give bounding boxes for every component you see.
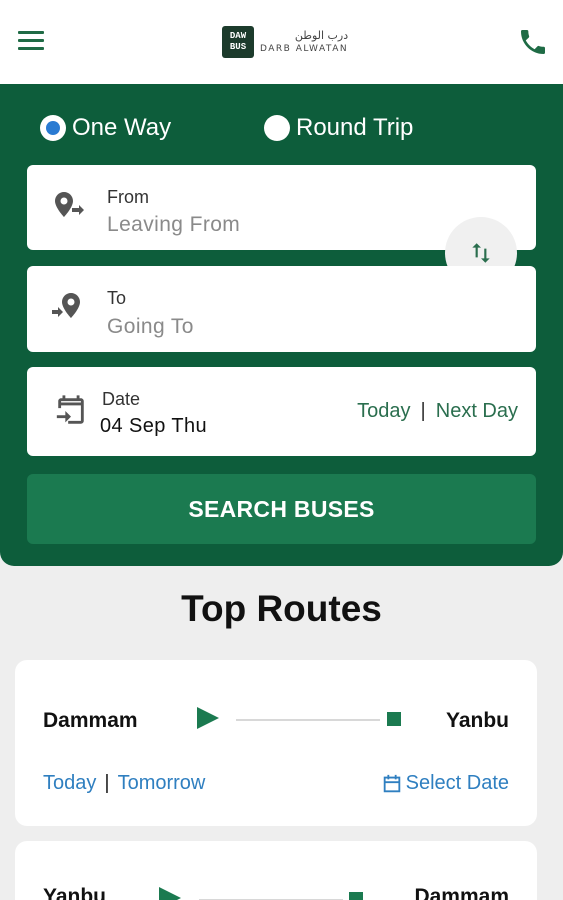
route-card[interactable]: Dammam Yanbu Today | Tomorrow Select Date [15, 660, 537, 826]
route-date-separator: | [104, 772, 110, 794]
select-date-label: Select Date [405, 772, 509, 794]
from-label: From [107, 187, 149, 207]
route-today-link[interactable]: Today [43, 772, 96, 794]
route-tomorrow-link[interactable]: Tomorrow [118, 772, 206, 794]
swap-vertical-icon [472, 243, 490, 263]
from-input[interactable]: Leaving From [107, 213, 240, 237]
route-line [236, 719, 380, 721]
to-input[interactable]: Going To [107, 315, 194, 339]
route-start-icon [159, 887, 181, 900]
app-header: DAW BUS درب الوطن DARB ALWATAN [0, 0, 563, 84]
calendar-icon [383, 774, 400, 792]
round-trip-radio[interactable]: Round Trip [264, 114, 413, 142]
route-end-icon [349, 892, 363, 900]
search-buses-button[interactable]: SEARCH BUSES [27, 474, 536, 544]
date-value[interactable]: 04 Sep Thu [100, 415, 207, 438]
route-destination: Dammam [414, 885, 509, 900]
route-date-links: Today | Tomorrow [43, 772, 205, 795]
to-field[interactable]: To Going To [27, 266, 536, 352]
one-way-radio[interactable]: One Way [40, 114, 171, 142]
route-start-icon [197, 707, 219, 729]
logo-arabic-text: درب الوطن [294, 29, 349, 42]
to-label: To [107, 288, 127, 308]
search-panel: One Way Round Trip From Leaving From To … [0, 84, 563, 566]
logo-mark: DAW BUS [222, 26, 254, 58]
radio-unselected-icon[interactable] [264, 115, 290, 141]
route-card[interactable]: Yanbu Dammam [15, 841, 537, 900]
calendar-arrow-icon [56, 395, 84, 424]
route-select-date-button[interactable]: Select Date [381, 772, 509, 795]
location-departure-icon [55, 192, 84, 217]
logo-english-text: DARB ALWATAN [260, 44, 349, 54]
top-routes-title: Top Routes [181, 588, 382, 629]
brand-logo: DAW BUS درب الوطن DARB ALWATAN [222, 26, 348, 58]
route-origin: Dammam [43, 709, 138, 732]
date-separator: | [420, 400, 426, 422]
route-end-icon [387, 712, 401, 726]
route-origin: Yanbu [43, 885, 107, 900]
hamburger-menu-icon[interactable] [18, 31, 46, 51]
next-day-link[interactable]: Next Day [436, 400, 518, 422]
quick-date-links: Today | Next Day [357, 400, 518, 423]
route-destination: Yanbu [445, 709, 509, 732]
date-label: Date [102, 389, 141, 409]
one-way-label: One Way [72, 114, 172, 141]
trip-type-selector: One Way Round Trip [40, 114, 543, 144]
location-arrival-icon [52, 293, 80, 318]
date-field[interactable]: Date 04 Sep Thu Today | Next Day [27, 367, 536, 456]
round-trip-label: Round Trip [296, 114, 414, 141]
radio-selected-icon[interactable] [40, 115, 66, 141]
today-link[interactable]: Today [357, 400, 410, 422]
phone-icon[interactable] [517, 26, 549, 58]
